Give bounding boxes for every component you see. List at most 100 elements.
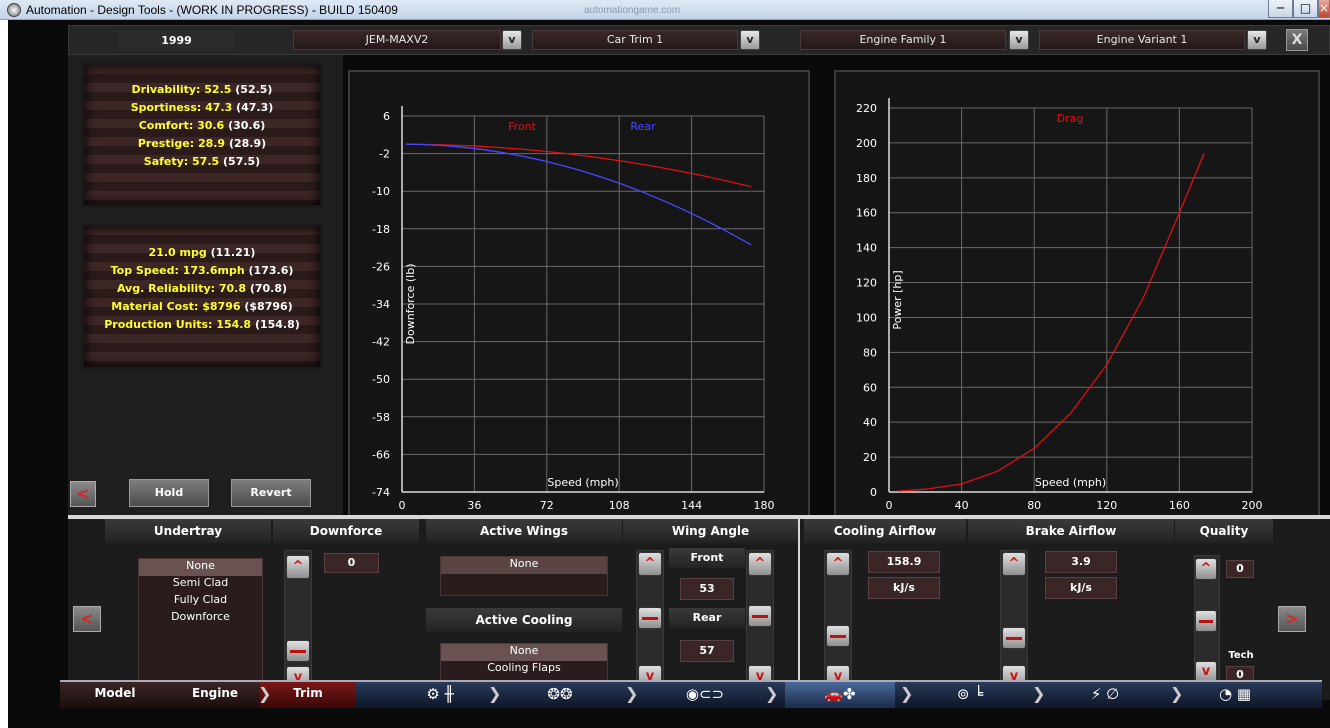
cooling-slider-handle[interactable] xyxy=(826,625,850,647)
active-cooling-option-cooling-flaps[interactable]: Cooling Flaps xyxy=(441,661,607,678)
y-tick-label: 0 xyxy=(870,486,877,499)
brake-slider-handle[interactable] xyxy=(1002,627,1026,649)
y-tick-label: -26 xyxy=(372,260,390,273)
y-tick-label: 40 xyxy=(863,416,877,429)
stat-drivability: Drivability: 52.5 (52.5) xyxy=(131,83,273,96)
hold-button[interactable]: Hold xyxy=(129,479,209,507)
stat-reliability: Avg. Reliability: 70.8 (70.8) xyxy=(116,282,288,295)
x-tick-label: 0 xyxy=(399,499,406,512)
brake-up-button[interactable]: ^ xyxy=(1002,552,1026,576)
downforce-up-button[interactable]: ^ xyxy=(286,555,310,579)
front-wing-value: 53 xyxy=(680,578,734,600)
cooling-airflow-unit: kJ/s xyxy=(868,577,940,599)
minimize-button[interactable]: ─ xyxy=(1268,0,1293,18)
next-page-button[interactable]: > xyxy=(1278,606,1306,632)
active-cooling-option-none[interactable]: None xyxy=(441,644,607,661)
x-tick-label: 36 xyxy=(467,499,481,512)
undertray-option-none[interactable]: None xyxy=(139,559,262,576)
plot-area xyxy=(889,108,1252,492)
y-tick-label: 200 xyxy=(856,137,877,150)
nav-chevron-icon: ❯ xyxy=(765,684,779,703)
rear-wing-slider-handle[interactable] xyxy=(748,605,772,627)
nav-interior-icon[interactable]: ⊚ ╘ xyxy=(930,682,1010,708)
nav-tab-trim[interactable]: Trim xyxy=(260,682,356,708)
background-browser-tab: automationgame.com xyxy=(584,5,681,16)
legend-rear: Rear xyxy=(630,120,656,133)
undertray-option-semi-clad[interactable]: Semi Clad xyxy=(139,576,262,593)
y-tick-label: -74 xyxy=(372,486,390,499)
y-tick-label: 80 xyxy=(863,346,877,359)
downforce-slider-handle[interactable] xyxy=(286,640,310,662)
x-tick-label: 40 xyxy=(955,499,969,512)
engine-variant-dropdown-arrow[interactable]: v xyxy=(1247,30,1267,50)
nav-safety-icon[interactable]: ⚡ ∅ xyxy=(1065,682,1145,708)
front-wing-up-button[interactable]: ^ xyxy=(638,552,662,576)
nav-chevron-icon: ❯ xyxy=(1032,684,1046,703)
x-tick-label: 160 xyxy=(1169,499,1190,512)
nav-chevron-icon: ❯ xyxy=(625,684,639,703)
model-dropdown-arrow[interactable]: v xyxy=(502,30,522,50)
active-wings-option-none[interactable]: None xyxy=(441,557,607,574)
stat-material-cost: Material Cost: $8796 ($8796) xyxy=(111,300,293,313)
x-axis-label: Speed (mph) xyxy=(1035,476,1106,489)
engine-family-dropdown[interactable]: Engine Family 1 xyxy=(800,30,1006,50)
maximize-button[interactable]: □ xyxy=(1293,0,1318,18)
downforce-header: Downforce xyxy=(273,519,419,543)
stat-production-units: Production Units: 154.8 (154.8) xyxy=(104,318,300,331)
undertray-option-fully-clad[interactable]: Fully Clad xyxy=(139,593,262,610)
undertray-option-downforce[interactable]: Downforce xyxy=(139,610,262,627)
stat-comfort: Comfort: 30.6 (30.6) xyxy=(138,119,266,132)
nav-tab-engine[interactable]: Engine xyxy=(170,682,260,708)
revert-button[interactable]: Revert xyxy=(231,479,311,507)
legend-drag: Drag xyxy=(1057,112,1084,125)
legend-front: Front xyxy=(508,120,537,133)
close-designer-button[interactable]: X xyxy=(1286,29,1308,51)
nav-body-icon[interactable]: ◉⊂⊃ xyxy=(650,682,760,708)
active-wings-header: Active Wings xyxy=(426,519,622,543)
x-tick-label: 180 xyxy=(754,499,775,512)
y-tick-label: -18 xyxy=(372,223,390,236)
drag-chart-panel: 0 40 80 120 160 200 220 200 180 160 140 120 100 80 60 4… xyxy=(834,70,1320,518)
wing-angle-header: Wing Angle xyxy=(623,519,798,543)
quality-header: Quality xyxy=(1175,519,1273,543)
stat-fuel-economy: 21.0 mpg (11.21) xyxy=(148,246,256,259)
economy-box: 21.0 mpg (11.21) Top Speed: 173.6mph (17… xyxy=(81,223,323,370)
y-tick-label: 60 xyxy=(863,381,877,394)
window-titlebar: Automation - Design Tools - (WORK IN PRO… xyxy=(0,0,1330,20)
y-tick-label: 180 xyxy=(856,172,877,185)
y-tick-label: -34 xyxy=(372,298,390,311)
nav-chevron-icon: ❯ xyxy=(900,684,914,703)
nav-test-icon[interactable]: ◔ ▦ xyxy=(1200,682,1270,708)
cooling-up-button[interactable]: ^ xyxy=(826,552,850,576)
brake-airflow-unit: kJ/s xyxy=(1045,577,1117,599)
quality-up-button[interactable]: ^ xyxy=(1195,558,1217,580)
quality-value: 0 xyxy=(1226,560,1254,578)
trim-dropdown[interactable]: Car Trim 1 xyxy=(532,30,738,50)
stat-safety: Safety: 57.5 (57.5) xyxy=(143,155,261,168)
nav-chassis-icon[interactable]: ⚙ ╫ xyxy=(390,682,490,708)
y-tick-label: -50 xyxy=(372,373,390,386)
nav-tab-model[interactable]: Model xyxy=(60,682,170,708)
front-wing-slider-handle[interactable] xyxy=(638,607,662,629)
y-tick-label: -2 xyxy=(379,148,390,161)
front-wing-label: Front xyxy=(669,548,745,568)
x-tick-label: 144 xyxy=(681,499,702,512)
window-title: Automation - Design Tools - (WORK IN PRO… xyxy=(26,3,398,17)
nav-aero-icon[interactable]: 🚗✤ xyxy=(785,682,895,708)
brake-airflow-header: Brake Airflow xyxy=(968,519,1174,543)
y-tick-label: -66 xyxy=(372,448,390,461)
brake-airflow-value: 3.9 xyxy=(1045,551,1117,573)
nav-wheels-icon[interactable]: ❂❂ xyxy=(520,682,600,708)
engine-variant-dropdown[interactable]: Engine Variant 1 xyxy=(1039,30,1245,50)
back-arrow-button[interactable]: < xyxy=(70,481,96,507)
prev-page-button[interactable]: < xyxy=(73,606,101,632)
y-axis-label: Downforce (lb) xyxy=(404,264,417,345)
close-window-button[interactable]: × xyxy=(1318,0,1330,18)
rear-wing-up-button[interactable]: ^ xyxy=(748,552,772,576)
model-dropdown[interactable]: JEM-MAXV2 xyxy=(293,30,501,50)
cooling-airflow-value: 158.9 xyxy=(868,551,940,573)
trim-dropdown-arrow[interactable]: v xyxy=(740,30,760,50)
engine-family-dropdown-arrow[interactable]: v xyxy=(1009,30,1029,50)
quality-slider-handle[interactable] xyxy=(1195,610,1217,632)
y-tick-label: 120 xyxy=(856,277,877,290)
